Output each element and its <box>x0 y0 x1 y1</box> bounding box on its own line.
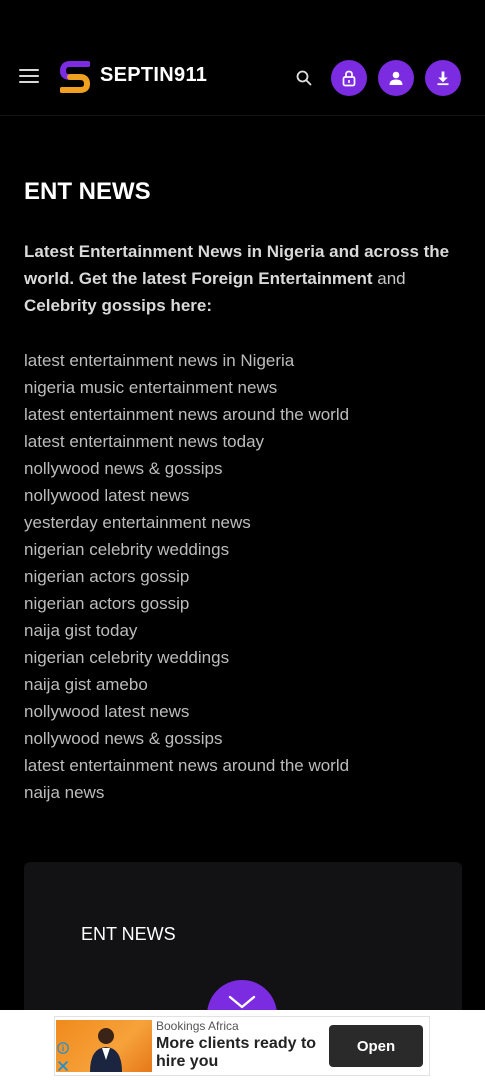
keyword-list: latest entertainment news in Nigeria nig… <box>24 347 464 806</box>
page-title: ENT NEWS <box>24 178 151 205</box>
account-button[interactable] <box>378 60 414 96</box>
hamburger-menu-icon[interactable] <box>19 69 39 83</box>
keyword-item: nigerian celebrity weddings <box>24 648 230 667</box>
keyword-item: latest entertainment news today <box>24 432 265 451</box>
keyword-item: latest entertainment news in Nigeria <box>24 351 295 370</box>
intro-connector-text: and <box>372 269 406 288</box>
download-icon <box>437 71 449 86</box>
keyword-item: nollywood news & gossips <box>24 729 223 748</box>
ad-headline[interactable]: More clients ready to hire you <box>156 1035 326 1071</box>
intro-bold-text-2: Celebrity gossips here: <box>24 296 213 315</box>
keyword-item: naija gist amebo <box>24 675 148 694</box>
keyword-item: naija gist today <box>24 621 138 640</box>
intro-text: Latest Entertainment News in Nigeria and… <box>24 238 464 319</box>
keyword-item: yesterday entertainment news <box>24 513 251 532</box>
ad-info-icon[interactable] <box>57 1042 69 1054</box>
ad-sponsor: Bookings Africa <box>156 1019 239 1033</box>
ad-open-button[interactable]: Open <box>329 1025 423 1067</box>
top-header: SEPTIN911 <box>0 0 485 116</box>
search-icon[interactable] <box>296 70 312 86</box>
keyword-item: nollywood news & gossips <box>24 459 223 478</box>
keyword-item: nollywood latest news <box>24 486 190 505</box>
keyword-item: nigerian celebrity weddings <box>24 540 230 559</box>
brand-name[interactable]: SEPTIN911 <box>100 64 207 87</box>
logo-s-icon[interactable] <box>60 60 90 94</box>
lock-button[interactable] <box>331 60 367 96</box>
keyword-item: nigerian actors gossip <box>24 567 190 586</box>
keyword-item: nigerian actors gossip <box>24 594 190 613</box>
chevron-down-icon <box>228 995 256 1009</box>
ad-image[interactable] <box>56 1020 152 1072</box>
keyword-item: nollywood latest news <box>24 702 190 721</box>
keyword-item: nigeria music entertainment news <box>24 378 278 397</box>
lock-icon <box>342 70 356 87</box>
download-button[interactable] <box>425 60 461 96</box>
keyword-item: naija news <box>24 783 105 802</box>
close-icon[interactable] <box>57 1060 69 1072</box>
card-title[interactable]: ENT NEWS <box>81 924 176 945</box>
user-icon <box>389 71 403 85</box>
keyword-item: latest entertainment news around the wor… <box>24 405 350 424</box>
keyword-item: latest entertainment news around the wor… <box>24 756 350 775</box>
person-silhouette-icon <box>90 1028 122 1072</box>
